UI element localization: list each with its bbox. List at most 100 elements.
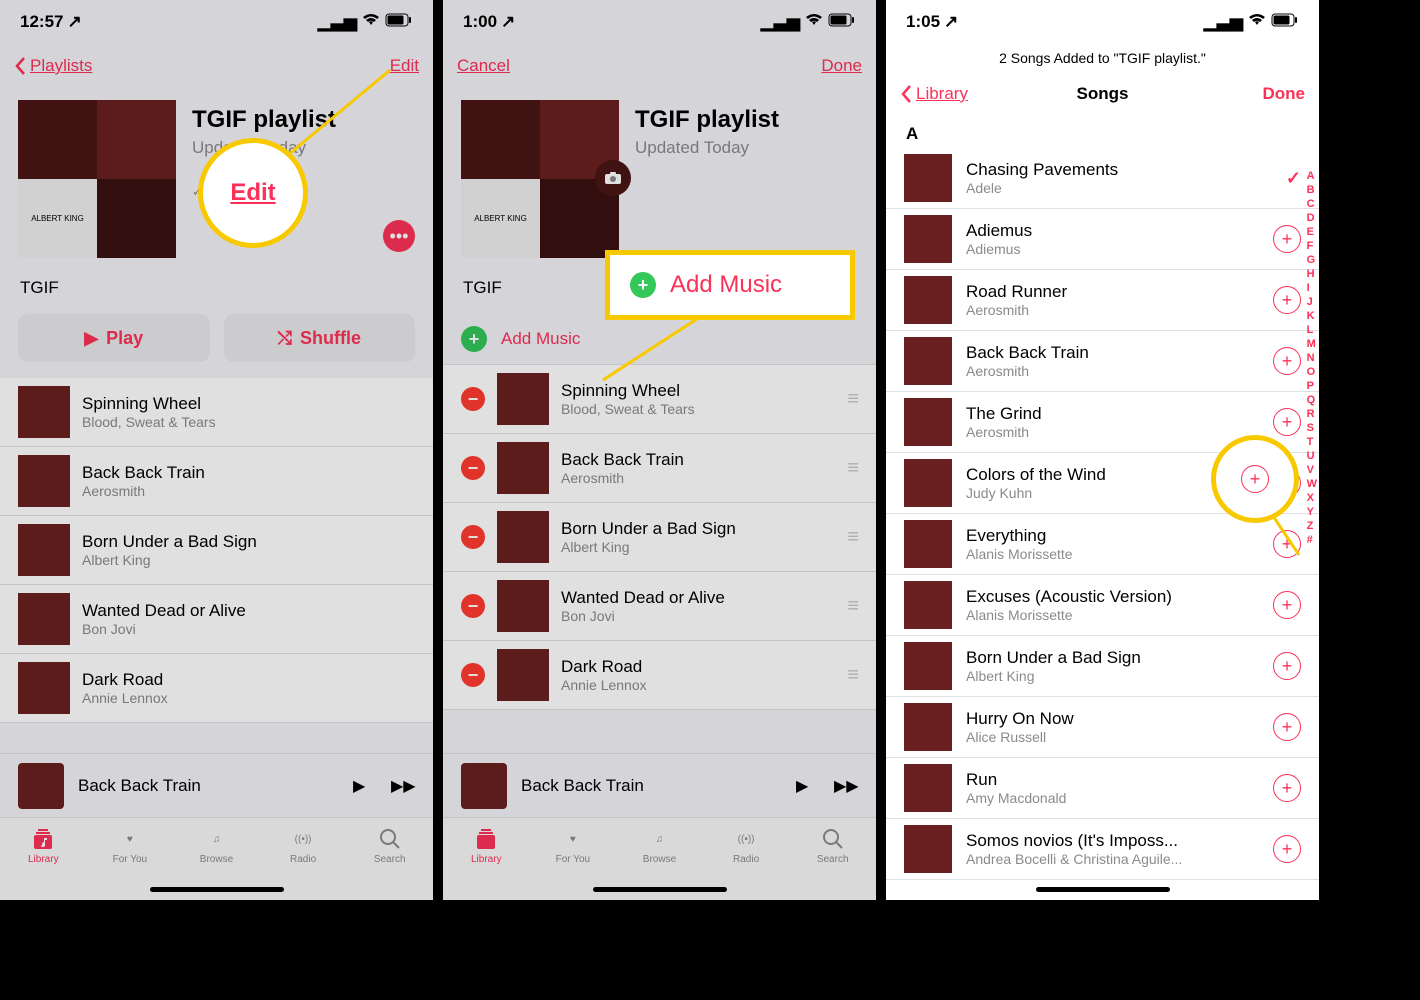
library-song-row[interactable]: The GrindAerosmith+ [886,392,1319,453]
playlist-artwork: ALBERT KING [18,100,176,258]
index-letter[interactable]: O [1307,366,1317,378]
cancel-link[interactable]: Cancel [457,56,510,76]
index-letter[interactable]: U [1307,450,1317,462]
index-letter[interactable]: F [1307,240,1317,252]
playlist-description[interactable]: TGIF [443,270,876,314]
drag-handle[interactable]: ≡ [847,664,858,687]
shuffle-button[interactable]: ⤭Shuffle [224,314,416,362]
mini-player[interactable]: Back Back Train ▶ ▶▶ [443,753,876,817]
more-button[interactable]: ••• [383,220,415,252]
playlist-title[interactable]: TGIF playlist [635,106,858,134]
done-link[interactable]: Done [1263,84,1306,104]
mini-title: Back Back Train [521,776,782,796]
add-button[interactable]: + [1273,774,1301,802]
song-thumb [497,649,549,701]
index-letter[interactable]: K [1307,310,1317,322]
back-library-link[interactable]: Library [900,84,968,104]
mini-player[interactable]: Back Back Train ▶ ▶▶ [0,753,433,817]
delete-button[interactable]: − [461,525,485,549]
add-music-label: Add Music [501,329,580,349]
song-row[interactable]: Wanted Dead or AliveBon Jovi [0,585,433,654]
index-letter[interactable]: J [1307,296,1317,308]
library-song-row[interactable]: Excuses (Acoustic Version)Alanis Morisse… [886,575,1319,636]
library-song-row[interactable]: Chasing PavementsAdele✓ [886,148,1319,209]
index-letter[interactable]: P [1307,380,1317,392]
drag-handle[interactable]: ≡ [847,457,858,480]
add-button[interactable]: + [1273,286,1301,314]
add-button[interactable]: + [1273,835,1301,863]
index-letter[interactable]: I [1307,282,1317,294]
library-song-row[interactable]: Back Back TrainAerosmith+ [886,331,1319,392]
add-button[interactable]: + [1273,408,1301,436]
index-letter[interactable]: V [1307,464,1317,476]
index-letter[interactable]: C [1307,198,1317,210]
library-song-row[interactable]: RunAmy Macdonald+ [886,758,1319,819]
playlist-subtitle: Updated Today [635,138,858,158]
tab-library[interactable]: Library [443,826,530,900]
edit-song-row[interactable]: −Dark RoadAnnie Lennox≡ [443,641,876,710]
drag-handle[interactable]: ≡ [847,388,858,411]
index-letter[interactable]: D [1307,212,1317,224]
play-button[interactable]: ▶Play [18,314,210,362]
song-thumb [497,511,549,563]
delete-button[interactable]: − [461,456,485,480]
shuffle-icon: ⤭ [278,328,292,349]
tab-search[interactable]: Search [346,826,433,900]
add-button[interactable]: + [1273,591,1301,619]
delete-button[interactable]: − [461,594,485,618]
song-row[interactable]: Back Back TrainAerosmith [0,447,433,516]
phone-add-songs: 1:05↗ ▁▃▅ 2 Songs Added to "TGIF playlis… [886,0,1319,900]
index-letter[interactable]: R [1307,408,1317,420]
add-button[interactable]: + [1273,713,1301,741]
delete-button[interactable]: − [461,387,485,411]
back-playlists-link[interactable]: Playlists [14,56,92,76]
home-indicator[interactable] [1036,887,1170,892]
index-letter[interactable]: Q [1307,394,1317,406]
library-song-row[interactable]: AdiemusAdiemus+ [886,209,1319,270]
song-thumb [497,442,549,494]
index-letter[interactable]: H [1307,268,1317,280]
index-letter[interactable]: T [1307,436,1317,448]
home-indicator[interactable] [150,887,284,892]
library-song-row[interactable]: Born Under a Bad SignAlbert King+ [886,636,1319,697]
library-song-row[interactable]: Road RunnerAerosmith+ [886,270,1319,331]
index-letter[interactable]: M [1307,338,1317,350]
song-row[interactable]: Spinning WheelBlood, Sweat & Tears [0,378,433,447]
library-song-row[interactable]: Hurry On NowAlice Russell+ [886,697,1319,758]
edit-song-row[interactable]: −Back Back TrainAerosmith≡ [443,434,876,503]
edit-song-row[interactable]: −Wanted Dead or AliveBon Jovi≡ [443,572,876,641]
tab-library[interactable]: Library [0,826,87,900]
index-letter[interactable]: A [1307,170,1317,182]
index-letter[interactable]: S [1307,422,1317,434]
section-header: A [886,116,1319,148]
song-row[interactable]: Dark RoadAnnie Lennox [0,654,433,723]
index-letter[interactable]: E [1307,226,1317,238]
index-letter[interactable]: N [1307,352,1317,364]
index-letter[interactable]: G [1307,254,1317,266]
index-letter[interactable]: L [1307,324,1317,336]
play-icon[interactable]: ▶ [353,776,377,796]
index-letter[interactable]: B [1307,184,1317,196]
check-icon: ✓ [192,184,203,200]
song-thumb [904,520,952,568]
home-indicator[interactable] [593,887,727,892]
camera-icon[interactable] [595,160,631,196]
done-link[interactable]: Done [821,56,862,76]
nav-title: Songs [1077,84,1129,104]
tab-search[interactable]: Search [789,826,876,900]
drag-handle[interactable]: ≡ [847,595,858,618]
forward-icon[interactable]: ▶▶ [834,776,858,796]
delete-button[interactable]: − [461,663,485,687]
forward-icon[interactable]: ▶▶ [391,776,415,796]
song-thumb [497,580,549,632]
play-icon[interactable]: ▶ [796,776,820,796]
add-button[interactable]: + [1273,225,1301,253]
song-row[interactable]: Born Under a Bad SignAlbert King [0,516,433,585]
drag-handle[interactable]: ≡ [847,526,858,549]
add-button[interactable]: + [1273,652,1301,680]
add-button[interactable]: + [1273,347,1301,375]
library-song-row[interactable]: Somos novios (It's Imposs...Andrea Bocel… [886,819,1319,880]
playlist-artwork[interactable]: ALBERT KING [461,100,619,258]
song-thumb [497,373,549,425]
edit-song-row[interactable]: −Born Under a Bad SignAlbert King≡ [443,503,876,572]
